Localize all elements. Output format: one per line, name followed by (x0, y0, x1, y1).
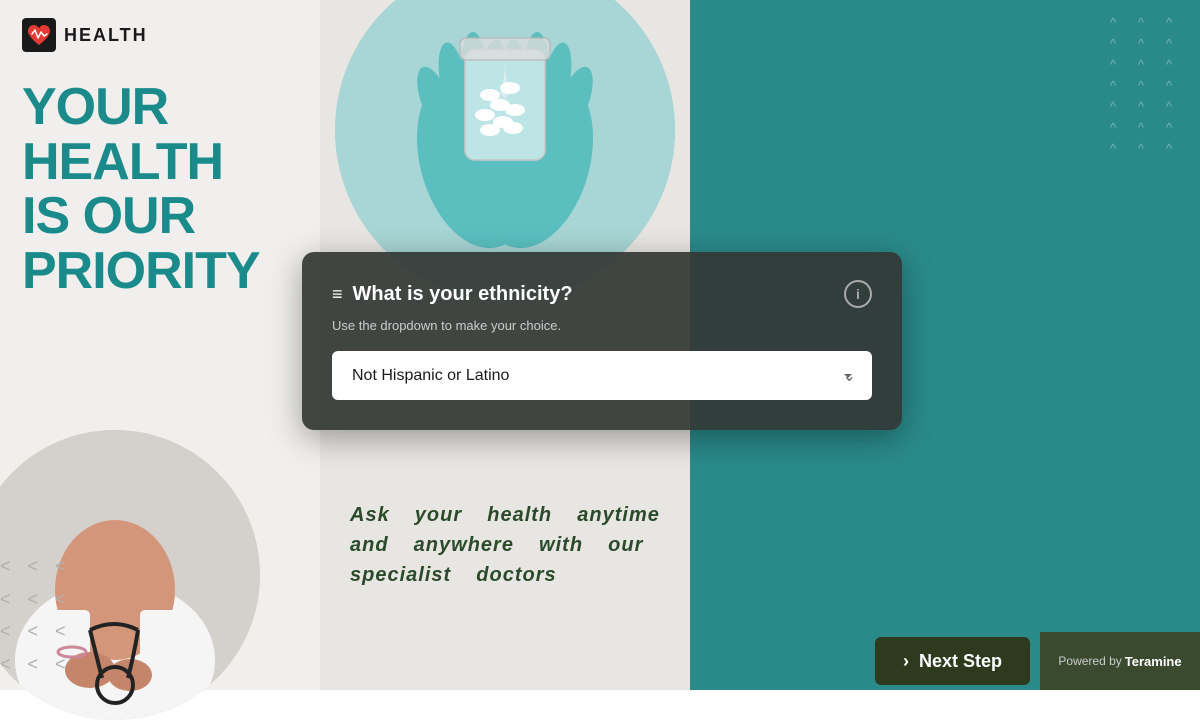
heartbeat-icon (22, 18, 56, 52)
ethnicity-modal: ≡ What is your ethnicity? i Use the drop… (302, 252, 902, 430)
modal-title-group: ≡ What is your ethnicity? (332, 283, 573, 306)
powered-by: Powered by Teramine (1040, 632, 1200, 690)
list-icon: ≡ (332, 284, 343, 305)
logo-text: HEALTH (64, 25, 148, 46)
headline-line4: PRIORITY (22, 244, 260, 299)
modal-header: ≡ What is your ethnicity? i (332, 280, 872, 308)
modal-title: What is your ethnicity? (353, 283, 573, 306)
ethnicity-select[interactable]: Not Hispanic or Latino Hispanic or Latin… (332, 351, 872, 400)
headline-line2: HEALTH (22, 135, 260, 190)
specialist-text: Ask your health anytime and anywhere wit… (350, 500, 660, 590)
powered-by-brand: Teramine (1125, 654, 1182, 669)
info-icon[interactable]: i (844, 280, 872, 308)
powered-by-prefix: Powered by (1058, 654, 1121, 668)
headline: YOUR HEALTH IS OUR PRIORITY (22, 80, 260, 298)
next-arrow: › (903, 651, 909, 672)
bottom-bar: › Next Step Powered by Teramine (0, 632, 1200, 690)
headline-line3: IS OUR (22, 189, 260, 244)
headline-line1: YOUR (22, 80, 260, 135)
logo: HEALTH (22, 18, 148, 52)
ethnicity-select-wrapper: Not Hispanic or Latino Hispanic or Latin… (332, 351, 872, 400)
modal-subtitle: Use the dropdown to make your choice. (332, 318, 872, 333)
next-step-label: Next Step (919, 651, 1002, 672)
next-step-button[interactable]: › Next Step (875, 637, 1030, 685)
left-panel: HEALTH YOUR HEALTH IS OUR PRIORITY + + +… (0, 0, 320, 690)
chevron-pattern: ^ ^ ^ ^ ^ ^ ^ ^ ^ ^ ^ ^ ^ ^ ^ ^ ^ ^ ^ ^ … (1092, 5, 1190, 166)
